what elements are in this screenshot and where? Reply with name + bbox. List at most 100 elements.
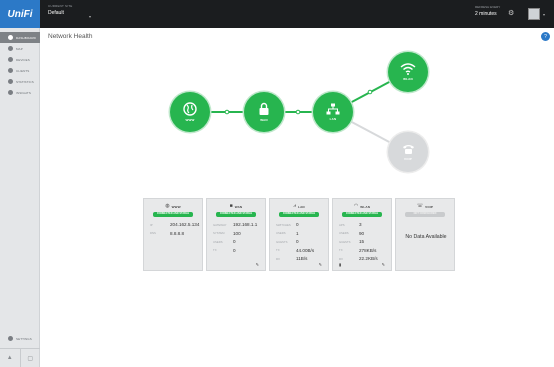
node-wlan[interactable]: WLAN <box>388 52 428 92</box>
sidebar-item-label: SETTINGS <box>16 336 32 341</box>
card-voip[interactable]: ☏ VOIP NOT CONFIGURED No Data Available <box>395 198 455 271</box>
network-topology: WWW WAN LAN WLAN VOIP <box>150 40 450 190</box>
link-dot <box>224 109 230 115</box>
sidebar-item-statistics[interactable]: STATISTICS <box>0 76 40 87</box>
no-data-message: No Data Available <box>405 234 447 240</box>
status-badge: CONNECTED AND STABLE <box>216 212 256 217</box>
wrench-icon[interactable]: ✎ <box>382 262 385 267</box>
link-dot <box>295 109 301 115</box>
chevron-down-icon[interactable]: ▾ <box>543 12 545 17</box>
map-icon <box>8 46 13 51</box>
sidebar-item-settings[interactable]: SETTINGS <box>0 333 40 344</box>
refresh-selector[interactable]: REFRESH EVERY 2 minutes <box>475 5 500 17</box>
row-value: 0 <box>296 239 299 245</box>
sidebar-item-clients[interactable]: CLIENTS <box>0 65 40 76</box>
sidebar-item-devices[interactable]: DEVICES <box>0 54 40 65</box>
globe-icon <box>183 102 197 116</box>
row-value: 1 <box>296 230 299 236</box>
card-wlan[interactable]: ◠ WLAN CONNECTED AND STABLE APS 3 USERS … <box>332 198 392 271</box>
card-row: USERS 0 <box>213 238 265 247</box>
row-label: USERS <box>339 231 349 236</box>
card-row: TX 278KB/s <box>339 246 391 255</box>
card-wan[interactable]: ■ WAN CONNECTED AND STABLE GATEWAY 192.1… <box>206 198 266 271</box>
card-title: WLAN <box>360 204 371 209</box>
status-badge: CONNECTED AND STABLE <box>279 212 319 217</box>
help-button[interactable]: ? <box>541 32 550 41</box>
row-label: TX <box>339 248 343 253</box>
refresh-label: REFRESH EVERY <box>475 5 501 9</box>
phone-icon: ☏ <box>416 203 424 209</box>
row-label: GUESTS <box>276 239 288 244</box>
wrench-icon[interactable]: ✎ <box>319 262 322 267</box>
wifi-icon: ◠ <box>353 203 359 209</box>
row-label: APS <box>339 222 345 227</box>
row-value: 11B/s <box>296 256 308 262</box>
site-selector-label: CURRENT SITE <box>48 4 73 8</box>
wrench-icon[interactable]: ✎ <box>256 262 259 267</box>
bar-chart-icon[interactable]: ▮ <box>339 262 341 267</box>
sidebar-item-label: INSIGHTS <box>16 90 31 95</box>
site-selector[interactable]: CURRENT SITE Default <box>48 4 73 16</box>
refresh-value: 2 minutes <box>475 11 497 17</box>
row-label: TX <box>213 248 217 253</box>
node-wan[interactable]: WAN <box>244 92 284 132</box>
row-label: GUESTS <box>339 239 351 244</box>
unifi-logo[interactable]: UniFi <box>0 0 40 28</box>
row-value: 90 <box>359 230 365 236</box>
status-badge: CONNECTED AND STABLE <box>342 212 382 217</box>
sidebar-item-map[interactable]: MAP <box>0 43 40 54</box>
sidebar-item-label: CLIENTS <box>16 68 30 73</box>
node-label: VOIP <box>404 157 412 161</box>
top-bar: UniFi CURRENT SITE Default ▾ REFRESH EVE… <box>0 0 554 28</box>
row-value: 15 <box>359 239 365 245</box>
globe-icon: ◍ <box>165 203 170 209</box>
row-label: SWITCHES <box>276 222 291 227</box>
card-row: GATEWAY 192.168.1.1 <box>213 221 265 230</box>
sidebar-item-label: DEVICES <box>16 57 30 62</box>
chevron-down-icon[interactable]: ▾ <box>89 14 91 19</box>
avatar[interactable] <box>528 8 540 20</box>
card-title: LAN <box>298 204 305 209</box>
gear-icon[interactable]: ⚙ <box>508 10 515 17</box>
sidebar-item-insights[interactable]: INSIGHTS <box>0 87 40 98</box>
site-selector-value: Default <box>48 10 64 16</box>
alert-icon[interactable]: ▲ <box>0 349 20 367</box>
card-row: TX 0 <box>213 246 265 255</box>
phone-icon <box>402 145 414 154</box>
insights-icon <box>8 90 13 95</box>
card-row: APS 3 <box>339 221 391 230</box>
row-label: RX <box>276 256 280 261</box>
network-icon: ⩘ <box>293 203 297 209</box>
row-label: GATEWAY <box>213 222 227 227</box>
network-icon <box>326 103 340 115</box>
row-label: SYSTEM <box>213 231 225 236</box>
row-value: 0 <box>233 239 236 245</box>
node-voip[interactable]: VOIP <box>388 132 428 172</box>
chat-icon[interactable]: ▢ <box>19 349 41 367</box>
status-badge: CONNECTED AND STABLE <box>153 212 193 217</box>
sidebar-item-label: MAP <box>16 46 23 51</box>
node-www[interactable]: WWW <box>170 92 210 132</box>
card-row: USERS 1 <box>276 229 328 238</box>
row-value: 100 <box>233 230 241 236</box>
sidebar-item-dashboard[interactable]: DASHBOARD <box>0 32 40 43</box>
sidebar-item-label: DASHBOARD <box>16 35 36 40</box>
node-label: WWW <box>185 118 195 122</box>
card-www[interactable]: ◍ WWW CONNECTED AND STABLE IP 204.162.5.… <box>143 198 203 271</box>
link-dot <box>367 89 373 95</box>
card-title: WWW <box>171 204 181 209</box>
node-lan[interactable]: LAN <box>313 92 353 132</box>
card-row: SWITCHES 0 <box>276 221 328 230</box>
row-label: RX <box>339 256 343 261</box>
status-badge: NOT CONFIGURED <box>405 212 445 217</box>
row-label: TX <box>276 248 280 253</box>
row-value: 44.00B/s <box>296 247 315 253</box>
card-title: WAN <box>234 204 243 209</box>
card-row: GUESTS 15 <box>339 238 391 247</box>
row-label: DNS <box>150 231 156 236</box>
wifi-icon <box>400 63 416 75</box>
sidebar-item-label: STATISTICS <box>16 79 34 84</box>
card-row: SYSTEM 100 <box>213 229 265 238</box>
card-lan[interactable]: ⩘ LAN CONNECTED AND STABLE SWITCHES 0 US… <box>269 198 329 271</box>
statistics-icon <box>8 79 13 84</box>
